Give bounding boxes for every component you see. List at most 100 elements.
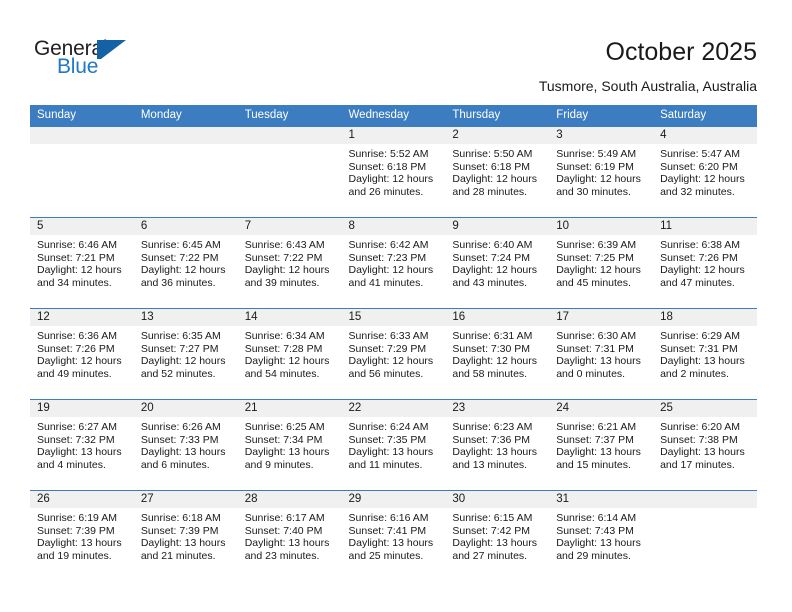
day-details: Sunrise: 6:33 AM Sunset: 7:29 PM Daylight:… xyxy=(342,326,446,380)
day-sunset-text: Sunset: 7:29 PM xyxy=(348,342,427,355)
day-sunrise-text: Sunrise: 6:43 AM xyxy=(244,239,325,251)
calendar-day-cell[interactable]: 9 Sunrise: 6:40 AM Sunset: 7:24 PM Daylight… xyxy=(445,217,550,309)
day-cell-inner: 27 Sunrise: 6:18 AM Sunset: 7:39 PM Dayligh… xyxy=(133,491,238,581)
day-daylight-2-text: and 45 minutes. xyxy=(556,276,631,289)
day-sunrise-text: Sunrise: 6:27 AM xyxy=(37,421,117,433)
day-number xyxy=(133,127,238,144)
day-sunrise-text: Sunrise: 6:15 AM xyxy=(452,512,533,524)
day-sunset-text: Sunset: 7:39 PM xyxy=(37,524,115,537)
day-sunset-text: Sunset: 7:31 PM xyxy=(556,342,634,355)
day-sunset-text: Sunset: 7:36 PM xyxy=(452,433,531,446)
calendar-day-cell[interactable]: 7 Sunrise: 6:43 AM Sunset: 7:22 PM Daylight… xyxy=(237,217,342,309)
calendar-day-cell[interactable]: 24 Sunrise: 6:21 AM Sunset: 7:37 PM Dayligh… xyxy=(549,399,654,491)
day-number: 13 xyxy=(133,309,238,326)
day-number: 21 xyxy=(237,400,342,417)
calendar-day-cell[interactable]: 18 Sunrise: 6:29 AM Sunset: 7:31 PM Dayligh… xyxy=(653,308,757,400)
day-daylight-2-text: and 13 minutes. xyxy=(452,458,528,471)
day-cell-inner: 18 Sunrise: 6:29 AM Sunset: 7:31 PM Dayligh… xyxy=(653,309,757,399)
calendar-day-cell[interactable]: 26 Sunrise: 6:19 AM Sunset: 7:39 PM Dayligh… xyxy=(30,490,134,581)
day-daylight-1-text: Daylight: 12 hours xyxy=(348,264,434,277)
day-details: Sunrise: 6:30 AM Sunset: 7:31 PM Daylight:… xyxy=(549,326,653,380)
day-sunset-text: Sunset: 7:21 PM xyxy=(37,251,115,264)
day-daylight-1-text: Daylight: 13 hours xyxy=(556,355,641,368)
calendar-day-cell[interactable]: 12 Sunrise: 6:36 AM Sunset: 7:26 PM Dayligh… xyxy=(30,308,134,400)
day-daylight-1-text: Daylight: 12 hours xyxy=(348,355,434,368)
day-daylight-2-text: and 56 minutes. xyxy=(348,367,424,380)
weekday-header-monday: Monday xyxy=(133,105,238,127)
calendar-day-cell[interactable]: 30 Sunrise: 6:15 AM Sunset: 7:42 PM Dayligh… xyxy=(445,490,550,581)
calendar-day-cell[interactable]: 5 Sunrise: 6:46 AM Sunset: 7:21 PM Daylight… xyxy=(30,217,134,309)
weekday-header-friday: Friday xyxy=(549,105,654,127)
calendar-day-cell[interactable]: 14 Sunrise: 6:34 AM Sunset: 7:28 PM Dayligh… xyxy=(237,308,342,400)
calendar-day-cell[interactable]: 4 Sunrise: 5:47 AM Sunset: 6:20 PM Daylight… xyxy=(653,126,757,218)
general-blue-logo[interactable]: General Blue xyxy=(34,38,154,82)
day-sunrise-text: Sunrise: 5:47 AM xyxy=(660,148,741,160)
calendar-day-cell[interactable]: 19 Sunrise: 6:27 AM Sunset: 7:32 PM Dayligh… xyxy=(30,399,134,491)
day-sunset-text: Sunset: 7:39 PM xyxy=(140,524,219,537)
day-daylight-2-text: and 28 minutes. xyxy=(452,185,528,198)
calendar-day-cell[interactable]: 16 Sunrise: 6:31 AM Sunset: 7:30 PM Dayligh… xyxy=(445,308,550,400)
day-details: Sunrise: 6:40 AM Sunset: 7:24 PM Daylight:… xyxy=(445,235,549,289)
day-sunset-text: Sunset: 7:37 PM xyxy=(556,433,634,446)
calendar-day-cell[interactable]: 31 Sunrise: 6:14 AM Sunset: 7:43 PM Dayligh… xyxy=(549,490,654,581)
day-cell-inner: 5 Sunrise: 6:46 AM Sunset: 7:21 PM Daylight… xyxy=(30,218,134,308)
calendar-day-cell[interactable]: 8 Sunrise: 6:42 AM Sunset: 7:23 PM Daylight… xyxy=(341,217,446,309)
calendar-day-cell[interactable]: 6 Sunrise: 6:45 AM Sunset: 7:22 PM Daylight… xyxy=(133,217,238,309)
day-details: Sunrise: 6:14 AM Sunset: 7:43 PM Daylight:… xyxy=(549,508,653,562)
day-sunset-text: Sunset: 7:34 PM xyxy=(244,433,323,446)
day-sunrise-text: Sunrise: 5:50 AM xyxy=(452,148,533,160)
calendar-day-cell[interactable]: 20 Sunrise: 6:26 AM Sunset: 7:33 PM Dayligh… xyxy=(133,399,238,491)
calendar-day-cell[interactable]: 27 Sunrise: 6:18 AM Sunset: 7:39 PM Dayligh… xyxy=(133,490,238,581)
calendar-body: 1 Sunrise: 5:52 AM Sunset: 6:18 PM Daylight… xyxy=(30,126,757,581)
calendar-day-cell[interactable]: 23 Sunrise: 6:23 AM Sunset: 7:36 PM Dayligh… xyxy=(445,399,550,491)
day-sunrise-text: Sunrise: 6:23 AM xyxy=(452,421,533,433)
day-number: 2 xyxy=(445,127,550,144)
day-number: 17 xyxy=(549,309,654,326)
day-cell-inner: 16 Sunrise: 6:31 AM Sunset: 7:30 PM Dayligh… xyxy=(445,309,550,399)
calendar-day-cell[interactable]: 17 Sunrise: 6:30 AM Sunset: 7:31 PM Dayligh… xyxy=(549,308,654,400)
day-number: 25 xyxy=(653,400,757,417)
day-daylight-2-text: and 41 minutes. xyxy=(348,276,424,289)
weekday-header-saturday: Saturday xyxy=(653,105,757,127)
calendar-day-cell[interactable]: 13 Sunrise: 6:35 AM Sunset: 7:27 PM Dayligh… xyxy=(133,308,238,400)
day-sunset-text: Sunset: 7:42 PM xyxy=(452,524,531,537)
day-sunset-text: Sunset: 6:18 PM xyxy=(348,160,427,173)
day-details: Sunrise: 6:24 AM Sunset: 7:35 PM Daylight:… xyxy=(342,417,446,471)
calendar-day-cell[interactable]: 15 Sunrise: 6:33 AM Sunset: 7:29 PM Dayligh… xyxy=(341,308,446,400)
calendar-day-cell[interactable]: 11 Sunrise: 6:38 AM Sunset: 7:26 PM Dayligh… xyxy=(653,217,757,309)
day-cell-inner: 13 Sunrise: 6:35 AM Sunset: 7:27 PM Dayligh… xyxy=(133,309,238,399)
day-cell-inner: 17 Sunrise: 6:30 AM Sunset: 7:31 PM Dayligh… xyxy=(549,309,654,399)
calendar-day-cell[interactable]: 22 Sunrise: 6:24 AM Sunset: 7:35 PM Dayligh… xyxy=(341,399,446,491)
day-sunrise-text: Sunrise: 6:39 AM xyxy=(556,239,637,251)
day-daylight-1-text: Daylight: 13 hours xyxy=(452,446,538,459)
day-cell-inner: 11 Sunrise: 6:38 AM Sunset: 7:26 PM Dayligh… xyxy=(653,218,757,308)
day-daylight-2-text: and 23 minutes. xyxy=(244,549,320,562)
day-daylight-1-text: Daylight: 13 hours xyxy=(660,355,745,368)
calendar-day-cell[interactable]: 3 Sunrise: 5:49 AM Sunset: 6:19 PM Daylight… xyxy=(549,126,654,218)
day-sunrise-text: Sunrise: 6:34 AM xyxy=(244,330,325,342)
calendar-day-cell[interactable]: 29 Sunrise: 6:16 AM Sunset: 7:41 PM Dayligh… xyxy=(341,490,446,581)
day-sunset-text: Sunset: 7:40 PM xyxy=(244,524,323,537)
day-daylight-2-text: and 21 minutes. xyxy=(140,549,216,562)
day-number: 15 xyxy=(341,309,446,326)
day-daylight-1-text: Daylight: 13 hours xyxy=(556,446,641,459)
day-number xyxy=(237,127,342,144)
day-details: Sunrise: 6:16 AM Sunset: 7:41 PM Daylight:… xyxy=(342,508,446,562)
day-details: Sunrise: 6:34 AM Sunset: 7:28 PM Daylight:… xyxy=(238,326,342,380)
calendar-day-cell[interactable]: 2 Sunrise: 5:50 AM Sunset: 6:18 PM Daylight… xyxy=(445,126,550,218)
calendar-day-cell[interactable]: 21 Sunrise: 6:25 AM Sunset: 7:34 PM Dayligh… xyxy=(237,399,342,491)
day-cell-inner: 19 Sunrise: 6:27 AM Sunset: 7:32 PM Dayligh… xyxy=(30,400,134,490)
day-cell-inner: 20 Sunrise: 6:26 AM Sunset: 7:33 PM Dayligh… xyxy=(133,400,238,490)
day-cell-inner xyxy=(237,127,342,217)
day-cell-inner: 12 Sunrise: 6:36 AM Sunset: 7:26 PM Dayligh… xyxy=(30,309,134,399)
calendar-day-cell[interactable]: 25 Sunrise: 6:20 AM Sunset: 7:38 PM Dayligh… xyxy=(653,399,757,491)
calendar-day-cell[interactable]: 28 Sunrise: 6:17 AM Sunset: 7:40 PM Dayligh… xyxy=(237,490,342,581)
day-number: 27 xyxy=(133,491,238,508)
day-number: 23 xyxy=(445,400,550,417)
calendar-day-cell[interactable]: 10 Sunrise: 6:39 AM Sunset: 7:25 PM Dayligh… xyxy=(549,217,654,309)
calendar-day-cell[interactable]: 1 Sunrise: 5:52 AM Sunset: 6:18 PM Daylight… xyxy=(341,126,446,218)
day-details: Sunrise: 6:27 AM Sunset: 7:32 PM Daylight:… xyxy=(30,417,134,471)
day-details: Sunrise: 6:20 AM Sunset: 7:38 PM Daylight:… xyxy=(653,417,757,471)
day-sunrise-text: Sunrise: 6:42 AM xyxy=(348,239,429,251)
day-cell-inner xyxy=(653,491,757,581)
